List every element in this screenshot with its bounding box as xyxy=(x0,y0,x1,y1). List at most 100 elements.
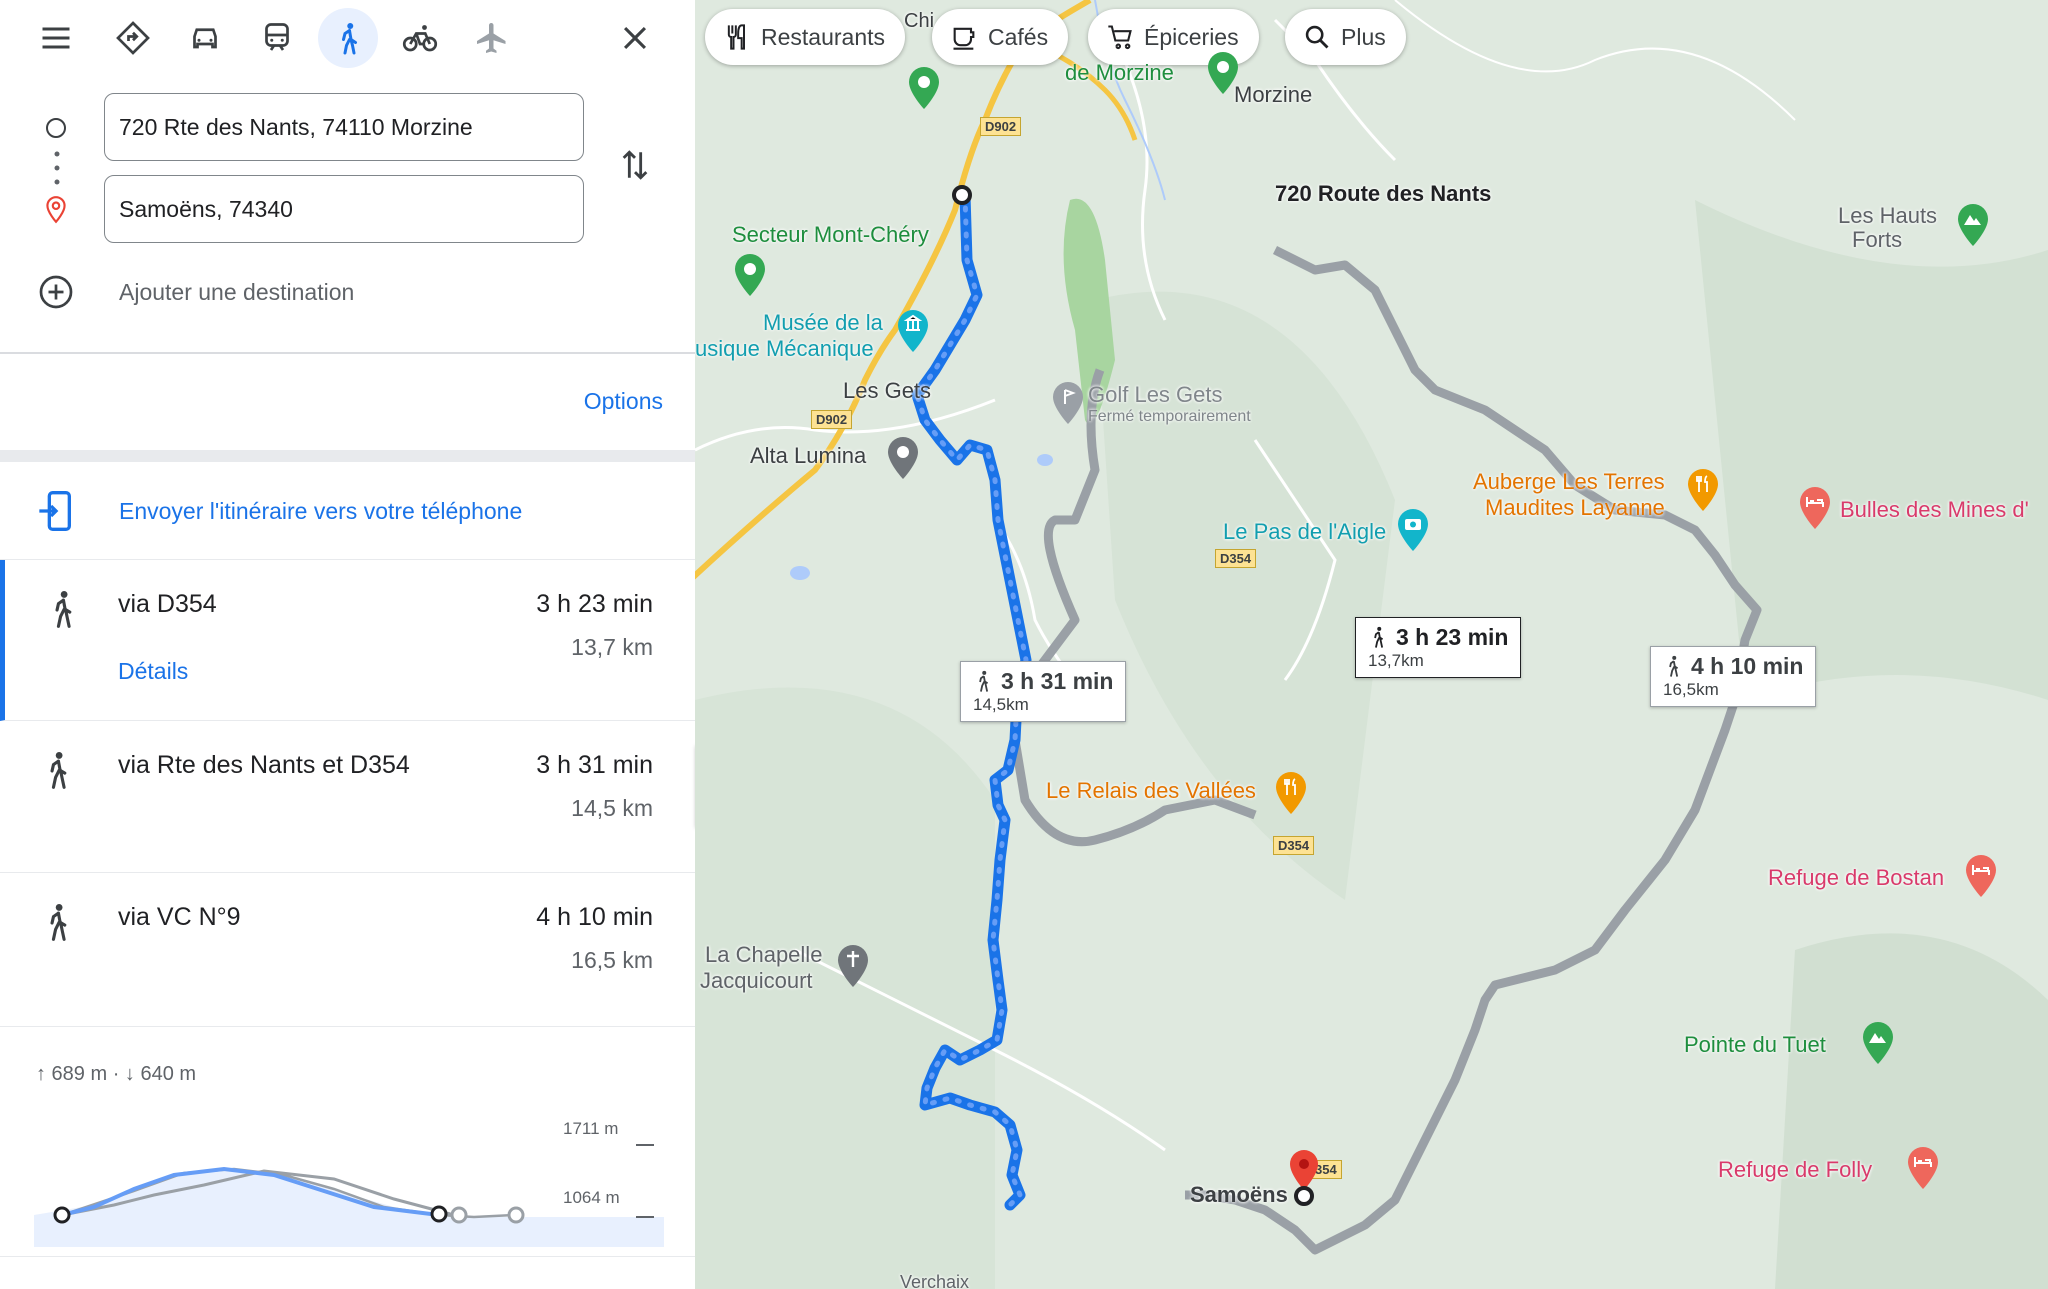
close-icon xyxy=(623,26,647,50)
park-pin-icon[interactable] xyxy=(732,252,768,298)
mode-flight-button[interactable] xyxy=(462,8,522,68)
park-pin-icon[interactable] xyxy=(906,65,942,111)
map-label: La Chapelle xyxy=(705,942,823,967)
chip-cafes[interactable]: Cafés xyxy=(932,9,1069,65)
mode-bicycle-button[interactable] xyxy=(390,8,450,68)
map-label: Le Pas de l'Aigle xyxy=(1223,519,1387,544)
church-pin-icon[interactable] xyxy=(835,943,871,989)
add-destination-button[interactable]: Ajouter une destination xyxy=(38,270,598,314)
map-label: Les Hauts xyxy=(1838,203,1938,228)
destination-input[interactable]: Samoëns, 74340 xyxy=(104,175,584,243)
send-to-phone-label: Envoyer l'itinéraire vers votre téléphon… xyxy=(119,498,523,524)
bike-icon xyxy=(402,25,438,52)
chip-restaurants[interactable]: Restaurants xyxy=(705,9,906,65)
close-button[interactable] xyxy=(605,8,665,68)
route-label-alt-2[interactable]: 4 h 10 min 16,5km xyxy=(1650,646,1817,707)
golf-pin-icon[interactable] xyxy=(1050,380,1086,426)
route-label-distance: 14,5km xyxy=(973,695,1029,714)
waypoint-dots-icon xyxy=(54,150,60,191)
menu-button[interactable] xyxy=(26,8,86,68)
route-label-distance: 16,5km xyxy=(1663,680,1719,699)
mountain-pin-icon[interactable] xyxy=(1860,1020,1896,1066)
route-option-1[interactable]: via D354 3 h 23 min 13,7 km Détails xyxy=(0,560,695,721)
route-distance: 14,5 km xyxy=(571,795,653,821)
place-pin-icon[interactable] xyxy=(885,435,921,481)
route-name: via Rte des Nants et D354 xyxy=(118,751,410,779)
mode-best-button[interactable] xyxy=(103,8,163,68)
hotel-pin-icon[interactable] xyxy=(1905,1145,1941,1191)
chip-plus[interactable]: Plus xyxy=(1285,9,1406,65)
walk-icon xyxy=(50,904,67,941)
route-label-time: 3 h 31 min xyxy=(1001,668,1114,694)
search-icon xyxy=(1305,25,1329,49)
map-label-town: Morzine xyxy=(1234,82,1313,107)
map-label: Refuge de Folly xyxy=(1718,1157,1873,1182)
chip-label: Restaurants xyxy=(761,23,886,50)
park-pin-icon[interactable] xyxy=(1205,50,1241,96)
travel-mode-bar xyxy=(0,0,695,76)
restaurant-pin-icon[interactable] xyxy=(1273,770,1309,816)
road-shield: D902 xyxy=(811,410,853,429)
hotel-pin-icon[interactable] xyxy=(1963,853,1999,899)
route-option-3[interactable]: via VC N°9 4 h 10 min 16,5 km xyxy=(0,873,695,1027)
elevation-profile: ↑ 689 m · ↓ 640 m 1711 m 1064 m xyxy=(0,1027,695,1257)
route-details-link[interactable]: Détails xyxy=(118,658,188,685)
send-to-phone-row[interactable]: Envoyer l'itinéraire vers votre téléphon… xyxy=(0,462,695,560)
options-link[interactable]: Options xyxy=(584,388,663,415)
map-label-town: Les Gets xyxy=(843,378,932,403)
map-canvas[interactable]: Restaurants Cafés Épiceries Plus Chi de … xyxy=(695,0,2048,1289)
route-time: 3 h 31 min xyxy=(536,751,653,779)
museum-pin-icon[interactable] xyxy=(895,308,931,354)
map-label: Chi xyxy=(904,10,935,32)
route-label-alt-1[interactable]: 3 h 31 min 14,5km xyxy=(960,661,1127,722)
origin-circle-icon xyxy=(38,110,74,146)
route-distance: 16,5 km xyxy=(571,947,653,973)
map-label-town: Samoëns xyxy=(1190,1182,1288,1207)
coffee-icon xyxy=(953,27,975,50)
road-shield: D354 xyxy=(1273,836,1315,855)
route-label-selected[interactable]: 3 h 23 min 13,7km xyxy=(1355,617,1522,678)
fork-knife-icon xyxy=(727,24,745,50)
map-label: Forts xyxy=(1852,227,1903,252)
chip-label: Plus xyxy=(1341,23,1386,50)
walk-icon xyxy=(979,670,989,692)
route-distance: 13,7 km xyxy=(571,634,653,660)
route-label-time: 3 h 23 min xyxy=(1396,624,1509,650)
destination-endpoint-icon xyxy=(1294,1186,1314,1206)
map-label: Secteur Mont-Chéry xyxy=(732,222,929,247)
walk-icon xyxy=(55,591,72,628)
directions-panel: 720 Rte des Nants, 74110 Morzine Samoëns… xyxy=(0,0,695,1289)
walk-icon xyxy=(1669,655,1679,677)
origin-input[interactable]: 720 Rte des Nants, 74110 Morzine xyxy=(104,93,584,161)
map-label: Le Relais des Vallées xyxy=(1046,778,1256,803)
restaurant-pin-icon[interactable] xyxy=(1685,467,1721,513)
swap-button[interactable] xyxy=(610,140,660,190)
mountain-pin-icon[interactable] xyxy=(1955,202,1991,248)
divider xyxy=(0,352,695,354)
car-icon xyxy=(193,28,217,49)
map-label: Pointe du Tuet xyxy=(1684,1032,1826,1057)
map-label: Golf Les Gets xyxy=(1088,382,1223,407)
map-label: Verchaix xyxy=(900,1272,970,1289)
chip-label: Épiceries xyxy=(1144,23,1239,50)
route-label-distance: 13,7km xyxy=(1368,651,1424,670)
hotel-pin-icon[interactable] xyxy=(1797,485,1833,531)
destination-pin-icon xyxy=(38,192,74,228)
walk-icon xyxy=(342,23,357,55)
map-label: Bulles des Mines d' xyxy=(1840,497,2029,522)
mode-walking-button[interactable] xyxy=(318,8,378,68)
mode-transit-button[interactable] xyxy=(247,8,307,68)
send-to-phone-icon xyxy=(39,491,71,531)
map-label: usique Mécanique xyxy=(695,336,874,361)
elevation-chart xyxy=(34,1144,664,1247)
section-divider xyxy=(0,450,695,462)
elevation-summary: ↑ 689 m · ↓ 640 m xyxy=(36,1063,197,1085)
camera-pin-icon[interactable] xyxy=(1395,507,1431,553)
mode-car-button[interactable] xyxy=(175,8,235,68)
route-option-2[interactable]: via Rte des Nants et D354 3 h 31 min 14,… xyxy=(0,721,695,873)
map-start-label: 720 Route des Nants xyxy=(1275,181,1492,206)
route-name: via VC N°9 xyxy=(118,903,241,931)
menu-icon xyxy=(42,27,70,49)
swap-arrows-icon xyxy=(622,150,648,180)
map-label: Alta Lumina xyxy=(750,443,867,468)
